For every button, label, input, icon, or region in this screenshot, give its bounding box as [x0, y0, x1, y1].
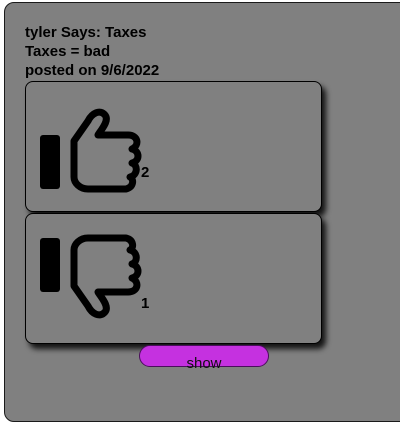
upvote-count: 2: [141, 164, 150, 181]
thumbs-up-icon: [40, 108, 142, 193]
downvote-count: 1: [141, 295, 150, 312]
post-title: tyler Says: Taxes: [25, 24, 147, 41]
downvote-button[interactable]: 1: [25, 213, 322, 344]
upvote-button[interactable]: 2: [25, 81, 322, 212]
show-button[interactable]: show: [139, 345, 269, 372]
post-body: Taxes = bad: [25, 43, 111, 60]
post-date: posted on 9/6/2022: [25, 62, 160, 79]
show-button-label: show: [186, 355, 222, 372]
thumbs-down-icon: [40, 234, 142, 319]
